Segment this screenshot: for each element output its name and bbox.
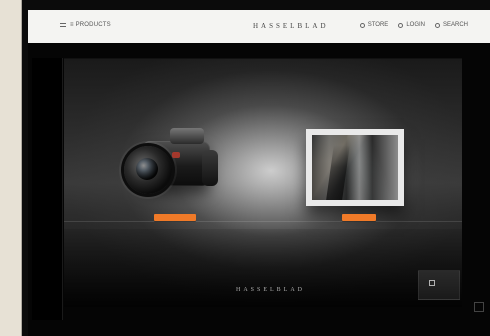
- header-left[interactable]: ≡ PRODUCTS: [60, 22, 111, 28]
- camera-grip: [202, 150, 218, 186]
- camera-accent: [172, 152, 180, 158]
- left-side-panel: [32, 58, 63, 320]
- login-label: LOGIN: [406, 22, 425, 28]
- menu-icon[interactable]: [60, 22, 66, 28]
- fullscreen-icon[interactable]: [474, 302, 484, 312]
- login-icon: [398, 22, 404, 28]
- search-action[interactable]: SEARCH: [434, 22, 468, 28]
- stage-brand-text: HASSELBLAD: [236, 287, 306, 293]
- header-actions: STORE LOGIN SEARCH: [359, 22, 468, 28]
- search-icon: [434, 22, 440, 28]
- side-control-box[interactable]: [418, 270, 460, 300]
- camera-top: [170, 128, 204, 144]
- product-2-cta-button[interactable]: [342, 214, 376, 221]
- sub-navigation: [56, 36, 460, 42]
- square-icon: [429, 280, 435, 286]
- store-label: STORE: [367, 22, 389, 28]
- framed-image-product[interactable]: [306, 129, 404, 206]
- product-1-cta-button[interactable]: [154, 214, 196, 221]
- camera-lens-inner: [136, 158, 158, 180]
- search-label: SEARCH: [442, 22, 468, 28]
- store-action[interactable]: STORE: [359, 22, 389, 28]
- brand-logo-text[interactable]: HASSELBLAD: [253, 22, 329, 30]
- camera-product[interactable]: [118, 126, 222, 196]
- framed-image: [312, 135, 398, 200]
- login-action[interactable]: LOGIN: [398, 22, 425, 28]
- store-icon: [359, 22, 365, 28]
- header-left-label[interactable]: ≡ PRODUCTS: [70, 22, 111, 28]
